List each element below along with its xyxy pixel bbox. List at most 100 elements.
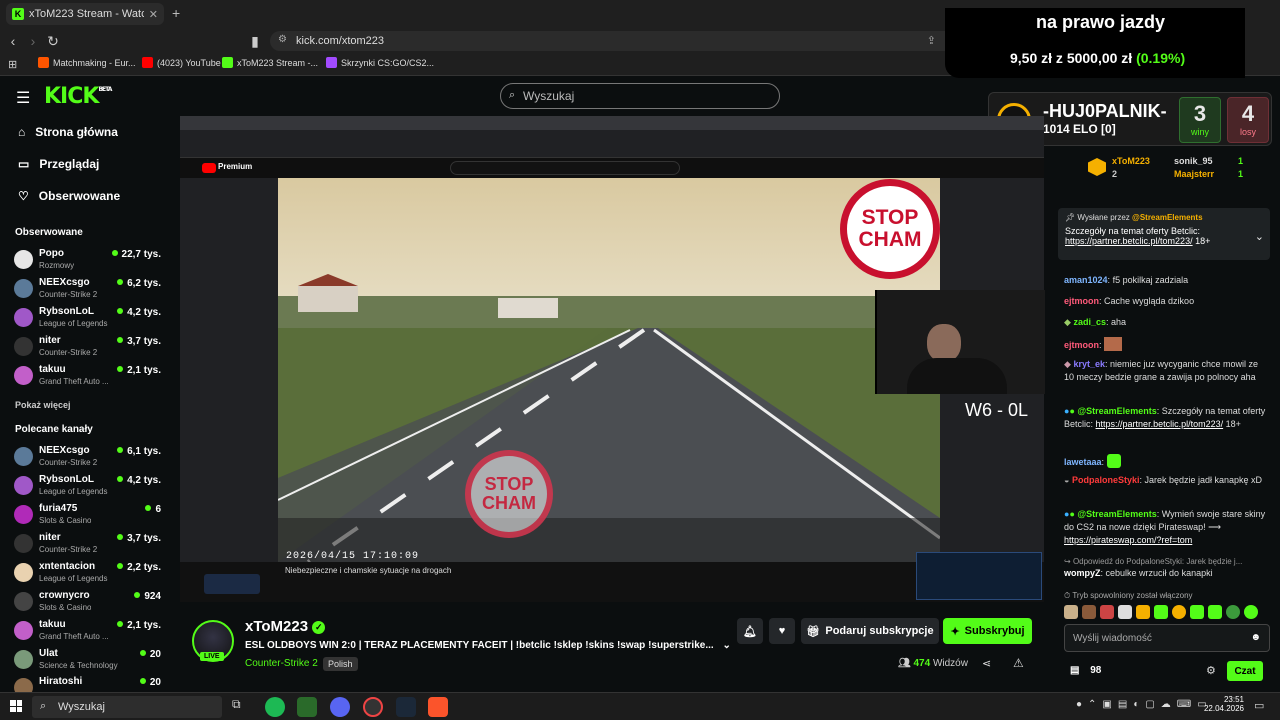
menu-hamburger-icon[interactable]: ☰ <box>16 88 30 108</box>
task-view-icon[interactable]: ⧉ <box>232 697 252 717</box>
skins-bookmark-icon <box>326 57 337 68</box>
followed-channel[interactable]: NEEXcsgo Counter-Strike 2 6,2 tys. <box>14 275 164 301</box>
bookmark-item[interactable]: (4023) YouTube <box>142 57 221 68</box>
gift-subscription-button[interactable]: 🎁︎ Podaruj subskrypcje <box>801 618 939 644</box>
send-chat-button[interactable]: Czat <box>1227 661 1263 681</box>
recommended-channel[interactable]: Ulat Science & Technology 20 <box>14 646 164 672</box>
losses-box: 4 losy <box>1227 97 1269 143</box>
wins-count: 3 <box>1193 101 1207 126</box>
discord-icon[interactable] <box>330 697 350 717</box>
chat-message: lawetaaa: <box>1064 454 1270 469</box>
site-info-icon[interactable]: ⚙ <box>278 34 287 45</box>
leaderboard-user[interactable]: xToM223 <box>1112 156 1150 166</box>
recommended-channel[interactable]: RybsonLoL League of Legends 4,2 tys. <box>14 472 164 498</box>
emote-icon[interactable] <box>1190 605 1204 619</box>
kick-logo[interactable]: KICKBETA <box>44 84 112 109</box>
chevron-down-icon[interactable]: ⌄ <box>1255 230 1264 243</box>
badge-icon: ◆ <box>1064 317 1071 327</box>
report-icon[interactable]: ⚠ <box>1013 656 1024 670</box>
stream-category[interactable]: Counter-Strike 2 <box>245 658 318 669</box>
recommended-channel[interactable]: xntentacion League of Legends 2,2 tys. <box>14 559 164 585</box>
windows-start-icon[interactable] <box>10 700 22 712</box>
leaderboard-user[interactable]: Maajsterr <box>1174 169 1214 179</box>
subscribe-button[interactable]: ✦ Subskrybuj <box>943 618 1032 644</box>
emote-icon[interactable] <box>1082 605 1096 619</box>
followed-channel[interactable]: Popo Rozmowy 22,7 tys. <box>14 246 164 272</box>
language-tag[interactable]: Polish <box>323 657 358 671</box>
search-icon: ⌕ <box>509 89 516 101</box>
url-field[interactable]: ⚙ kick.com/xtom223 ⇪ ▲ <box>270 31 990 51</box>
avatar <box>14 534 33 553</box>
clock[interactable]: 23:51 22.04.2026 <box>1200 695 1244 713</box>
nav-home[interactable]: ⌂ Strona główna <box>18 125 118 139</box>
tray-icons[interactable]: ●⌃▣▤◐▢☁⌨▭ <box>1076 699 1213 710</box>
emote-icon[interactable] <box>1244 605 1258 619</box>
bookmark-item[interactable]: Skrzynki CS:GO/CS2... <box>326 57 434 68</box>
emote-icon[interactable] <box>1118 605 1132 619</box>
emote-icon[interactable] <box>1154 605 1168 619</box>
apps-grid-icon[interactable]: ⊞ <box>8 58 17 71</box>
file-explorer-icon[interactable] <box>297 697 317 717</box>
share-icon[interactable]: ⋖ <box>982 657 991 670</box>
emoji-icon[interactable]: ☻ <box>1250 632 1261 643</box>
leaderboard-count: 1 <box>1238 169 1244 179</box>
notification-icon[interactable]: ▭ <box>1254 699 1264 712</box>
emote-icon[interactable] <box>1208 605 1222 619</box>
browser-tab-active[interactable]: K xToM223 Stream - Watch Liv ✕ <box>6 3 164 25</box>
forward-icon[interactable]: › <box>24 32 42 50</box>
emote-icon <box>1106 454 1121 468</box>
chat-input[interactable]: Wyślij wiadomość ☻ <box>1064 624 1270 652</box>
taskbar-search[interactable]: ⌕ Wyszukaj <box>32 696 222 718</box>
new-tab-button[interactable]: + <box>172 5 180 21</box>
tab-close-icon[interactable]: ✕ <box>149 8 158 21</box>
leaderboard-user[interactable]: sonik_95 <box>1174 156 1213 166</box>
tab-title: xToM223 Stream - Watch Liv <box>29 8 144 20</box>
followed-section-title: Obserwowane <box>15 227 83 238</box>
video-player[interactable]: Premium STOP CHAM STOP CHAM W6 - 0L 2026… <box>180 116 1045 602</box>
bookmark-icon[interactable]: ▮ <box>246 32 264 50</box>
followed-channel[interactable]: niter Counter-Strike 2 3,7 tys. <box>14 333 164 359</box>
show-more-link[interactable]: Pokaż więcej <box>15 400 71 410</box>
recommended-channel[interactable]: NEEXcsgo Counter-Strike 2 6,1 tys. <box>14 443 164 469</box>
bookmark-item[interactable]: xToM223 Stream -... <box>222 57 318 68</box>
back-icon[interactable]: ‹ <box>4 32 22 50</box>
bookmark-item[interactable]: Matchmaking - Eur... <box>38 57 136 68</box>
chat-message: ejtmoon: Cache wygląda dzikoo <box>1064 296 1195 306</box>
chat-settings-icon[interactable]: ⚙ <box>1206 664 1216 677</box>
emote-icon[interactable] <box>1064 605 1078 619</box>
emote-icon[interactable] <box>1226 605 1240 619</box>
gift-leaderboard: xToM223 2 sonik_95 1 Maajsterr 1 <box>1088 154 1278 184</box>
notifications-button[interactable]: 🔔︎ <box>737 618 763 644</box>
emote-icon[interactable] <box>1100 605 1114 619</box>
recommended-channel[interactable]: crownycro Slots & Casino 924 <box>14 588 164 614</box>
share-icon[interactable]: ⇪ <box>927 34 936 47</box>
pinned-link[interactable]: https://partner.betclic.pl/tom223/ <box>1065 236 1193 246</box>
streamer-silhouette <box>927 324 961 362</box>
emote-row <box>1064 605 1270 619</box>
nav-following[interactable]: ♡ Obserwowane <box>18 189 120 203</box>
recommended-channel[interactable]: furia475 Slots & Casino 6 <box>14 501 164 527</box>
spotify-icon[interactable] <box>265 697 285 717</box>
avatar <box>14 650 33 669</box>
search-input[interactable]: ⌕ Wyszukaj <box>500 83 780 109</box>
recommended-channel[interactable]: Hiratoshi 20 <box>14 674 164 692</box>
obs-icon[interactable] <box>363 697 383 717</box>
channel-points[interactable]: ▤ 98 <box>1070 665 1101 676</box>
browse-icon: ▭ <box>18 157 30 171</box>
pinned-message[interactable]: 📌︎ Wysłane przez @StreamElements Szczegó… <box>1058 208 1270 260</box>
emote-icon[interactable] <box>1136 605 1150 619</box>
brave-icon[interactable] <box>428 697 448 717</box>
reload-icon[interactable]: ↻ <box>44 32 62 50</box>
follow-button[interactable]: ♥ <box>769 618 795 644</box>
verified-icon: ● <box>1069 509 1075 519</box>
followed-channel[interactable]: takuu Grand Theft Auto ... 2,1 tys. <box>14 362 164 388</box>
recommended-channel[interactable]: niter Counter-Strike 2 3,7 tys. <box>14 530 164 556</box>
chevron-down-icon[interactable]: ⌄ <box>722 640 730 651</box>
emote-icon[interactable] <box>1172 605 1186 619</box>
nav-browse[interactable]: ▭ Przeglądaj <box>18 157 99 171</box>
streamer-name[interactable]: xToM223 ✓ <box>245 618 326 635</box>
followed-channel[interactable]: RybsonLoL League of Legends 4,2 tys. <box>14 304 164 330</box>
recommended-channel[interactable]: takuu Grand Theft Auto ... 2,1 tys. <box>14 617 164 643</box>
steam-icon[interactable] <box>396 697 416 717</box>
home-icon: ⌂ <box>18 125 26 139</box>
